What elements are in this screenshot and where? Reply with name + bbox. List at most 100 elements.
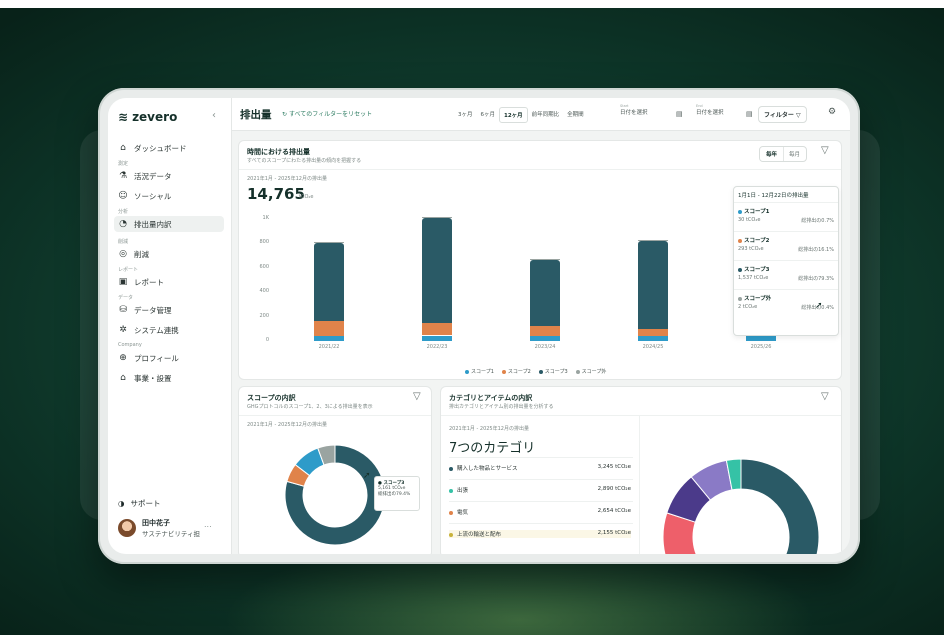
logo-icon: ≋ [118,110,129,124]
emissions-over-time-card: 時間における排出量 すべてのスコープにわたる排出量の傾向を把握する 毎年 毎月 … [238,140,842,380]
user-profile[interactable]: 田中花子 サステナビリティ担 [118,518,200,538]
divider [734,260,838,261]
start-date-value: 日付を選択 [620,110,648,116]
filter-button[interactable]: フィルター ▽ [758,106,807,123]
range-all[interactable]: 全期間 [563,107,588,123]
cursor-icon: ➚ [815,301,823,311]
reset-filters-link[interactable]: ↻ すべてのフィルターをリセット [282,109,372,118]
sidebar-item-social[interactable]: ☺ ソーシャル [114,188,224,204]
bar-segment-4[interactable] [638,239,668,241]
sidebar-item-reduce[interactable]: ◎ 削減 [114,246,224,262]
gear-icon[interactable]: ⚙ [828,107,836,117]
cursor-icon: ➚ [363,471,371,481]
sidebar-item-facilities[interactable]: ⌂ 事業・設置 [114,370,224,386]
user-role: サステナビリティ担 [142,530,200,538]
legend-scope3: スコープ3 [538,368,568,375]
avatar [118,519,136,537]
start-date-field[interactable]: Start 日付を選択 [620,104,678,122]
section-label-report: レポート [118,267,139,273]
sidebar-item-dashboard[interactable]: ⌂ ダッシュボード [114,140,224,156]
y-tick-label: 600 [259,263,269,270]
sidebar-item-data[interactable]: ⛁ データ管理 [114,302,224,318]
building-icon: ⌂ [120,373,126,383]
sidebar-item-label: システム連携 [134,325,179,335]
tooltip-row: スコープ3 1,537 tCO₂e 総排出の79.3% [738,267,834,282]
sidebar-item-breakdown[interactable]: ◔ 排出量内訳 [114,216,224,232]
target-icon: ◎ [119,249,127,259]
globe-icon: ⊕ [119,353,127,363]
user-name: 田中花子 [142,519,170,527]
bar-segment-4[interactable] [422,217,452,219]
tooltip-header: 1月1日 - 12月22日の排出量 [738,193,809,199]
calendar-icon[interactable]: ▤ [676,110,683,118]
support-link[interactable]: ◑ サポート [118,498,161,509]
section-label-company: Company [118,342,142,348]
reset-label: すべてのフィルターをリセット [288,111,373,118]
more-icon[interactable]: ... [204,520,212,529]
funnel-icon: ▽ [795,112,801,119]
x-tick-label: 2022/23 [426,344,448,350]
headset-icon: ◑ [118,499,125,508]
bar-segment-2[interactable] [422,323,452,336]
scope-breakdown-card: スコープの内訳 GHGプロトコルのスコープ1、2、3による排出量を表示 ▽ 20… [238,386,432,554]
plug-icon: ✲ [119,325,127,335]
sidebar-item-activity[interactable]: ⚗ 活況データ [114,168,224,184]
sidebar-item-label: 排出量内訳 [134,219,172,229]
bar-segment-2[interactable] [638,328,668,337]
sidebar: ≋ zevero ‹ ⌂ ダッシュボード 測定 ⚗ 活況データ ☺ ソーシャル 分析 ◔… [108,98,232,554]
donut-tooltip-share: 総排出の79.4% [378,492,411,497]
sidebar-item-integrations[interactable]: ✲ システム連携 [114,322,224,338]
y-tick-label: 800 [259,239,269,246]
sidebar-item-label: 削減 [134,249,149,259]
refresh-icon: ↻ [282,111,289,118]
sidebar-item-profile[interactable]: ⊕ プロフィール [114,350,224,366]
logo[interactable]: ≋ zevero [118,110,177,124]
tooltip-row: スコープ1 30 tCO₂e 総排出の0.7% [738,209,834,224]
clipboard-icon: ▣ [118,277,128,287]
divider [734,289,838,290]
chart-tooltip: 1月1日 - 12月22日の排出量 スコープ1 30 tCO₂e 総排出の0.7%… [733,186,839,336]
bar-segment-2[interactable] [314,321,344,337]
tablet-device: ≋ zevero ‹ ⌂ ダッシュボード 測定 ⚗ 活況データ ☺ ソーシャル 分析 ◔… [98,88,860,564]
y-tick-label: 0 [265,337,269,343]
sidebar-item-label: プロフィール [134,353,179,363]
legend-scope2: スコープ2 [501,368,531,375]
legend-out-of-scope: スコープ外 [575,368,606,375]
section-label-reduce: 削減 [118,239,129,245]
range-selector: 3ヶ月 6ヶ月 12ヶ月 前年同期比 全期間 [454,107,588,123]
bar-segment-4[interactable] [530,259,560,261]
sidebar-item-label: レポート [134,277,164,287]
sidebar-item-label: 事業・設置 [134,373,172,383]
pie-icon: ◔ [119,219,127,229]
legend-scope1: スコープ1 [465,368,494,375]
category-donut-slice[interactable] [740,458,820,554]
bar-segment-1[interactable] [638,336,668,341]
chevron-left-icon[interactable]: ‹ [212,110,216,121]
sidebar-item-label: 活況データ [134,171,172,181]
page-title: 排出量 [240,109,272,121]
bar-segment-3[interactable] [422,218,452,324]
bar-segment-4[interactable] [314,242,344,244]
range-6m[interactable]: 6ヶ月 [477,107,500,123]
range-yoy[interactable]: 前年同期比 [528,107,564,123]
sidebar-item-label: ダッシュボード [134,143,187,153]
bar-segment-3[interactable] [638,240,668,329]
bar-segment-3[interactable] [314,243,344,322]
x-tick-label: 2021/22 [318,344,340,350]
bar-segment-1[interactable] [314,336,344,341]
calendar-icon[interactable]: ▤ [746,110,753,118]
support-label: サポート [130,499,161,508]
bar-segment-1[interactable] [530,336,560,341]
flask-icon: ⚗ [118,171,128,181]
bar-segment-1[interactable] [422,335,452,341]
section-label-measure: 測定 [118,161,129,167]
bar-segment-3[interactable] [530,260,560,327]
bar-segment-2[interactable] [530,326,560,337]
range-12m[interactable]: 12ヶ月 [499,107,528,123]
tooltip-row: スコープ2 293 tCO₂e 総排出の16.1% [738,238,834,253]
sidebar-item-label: ソーシャル [134,191,172,201]
range-3m[interactable]: 3ヶ月 [454,107,477,123]
database-icon: ⛁ [119,305,127,315]
sidebar-item-report[interactable]: ▣ レポート [114,274,224,290]
bar-segment-1[interactable] [746,336,776,341]
